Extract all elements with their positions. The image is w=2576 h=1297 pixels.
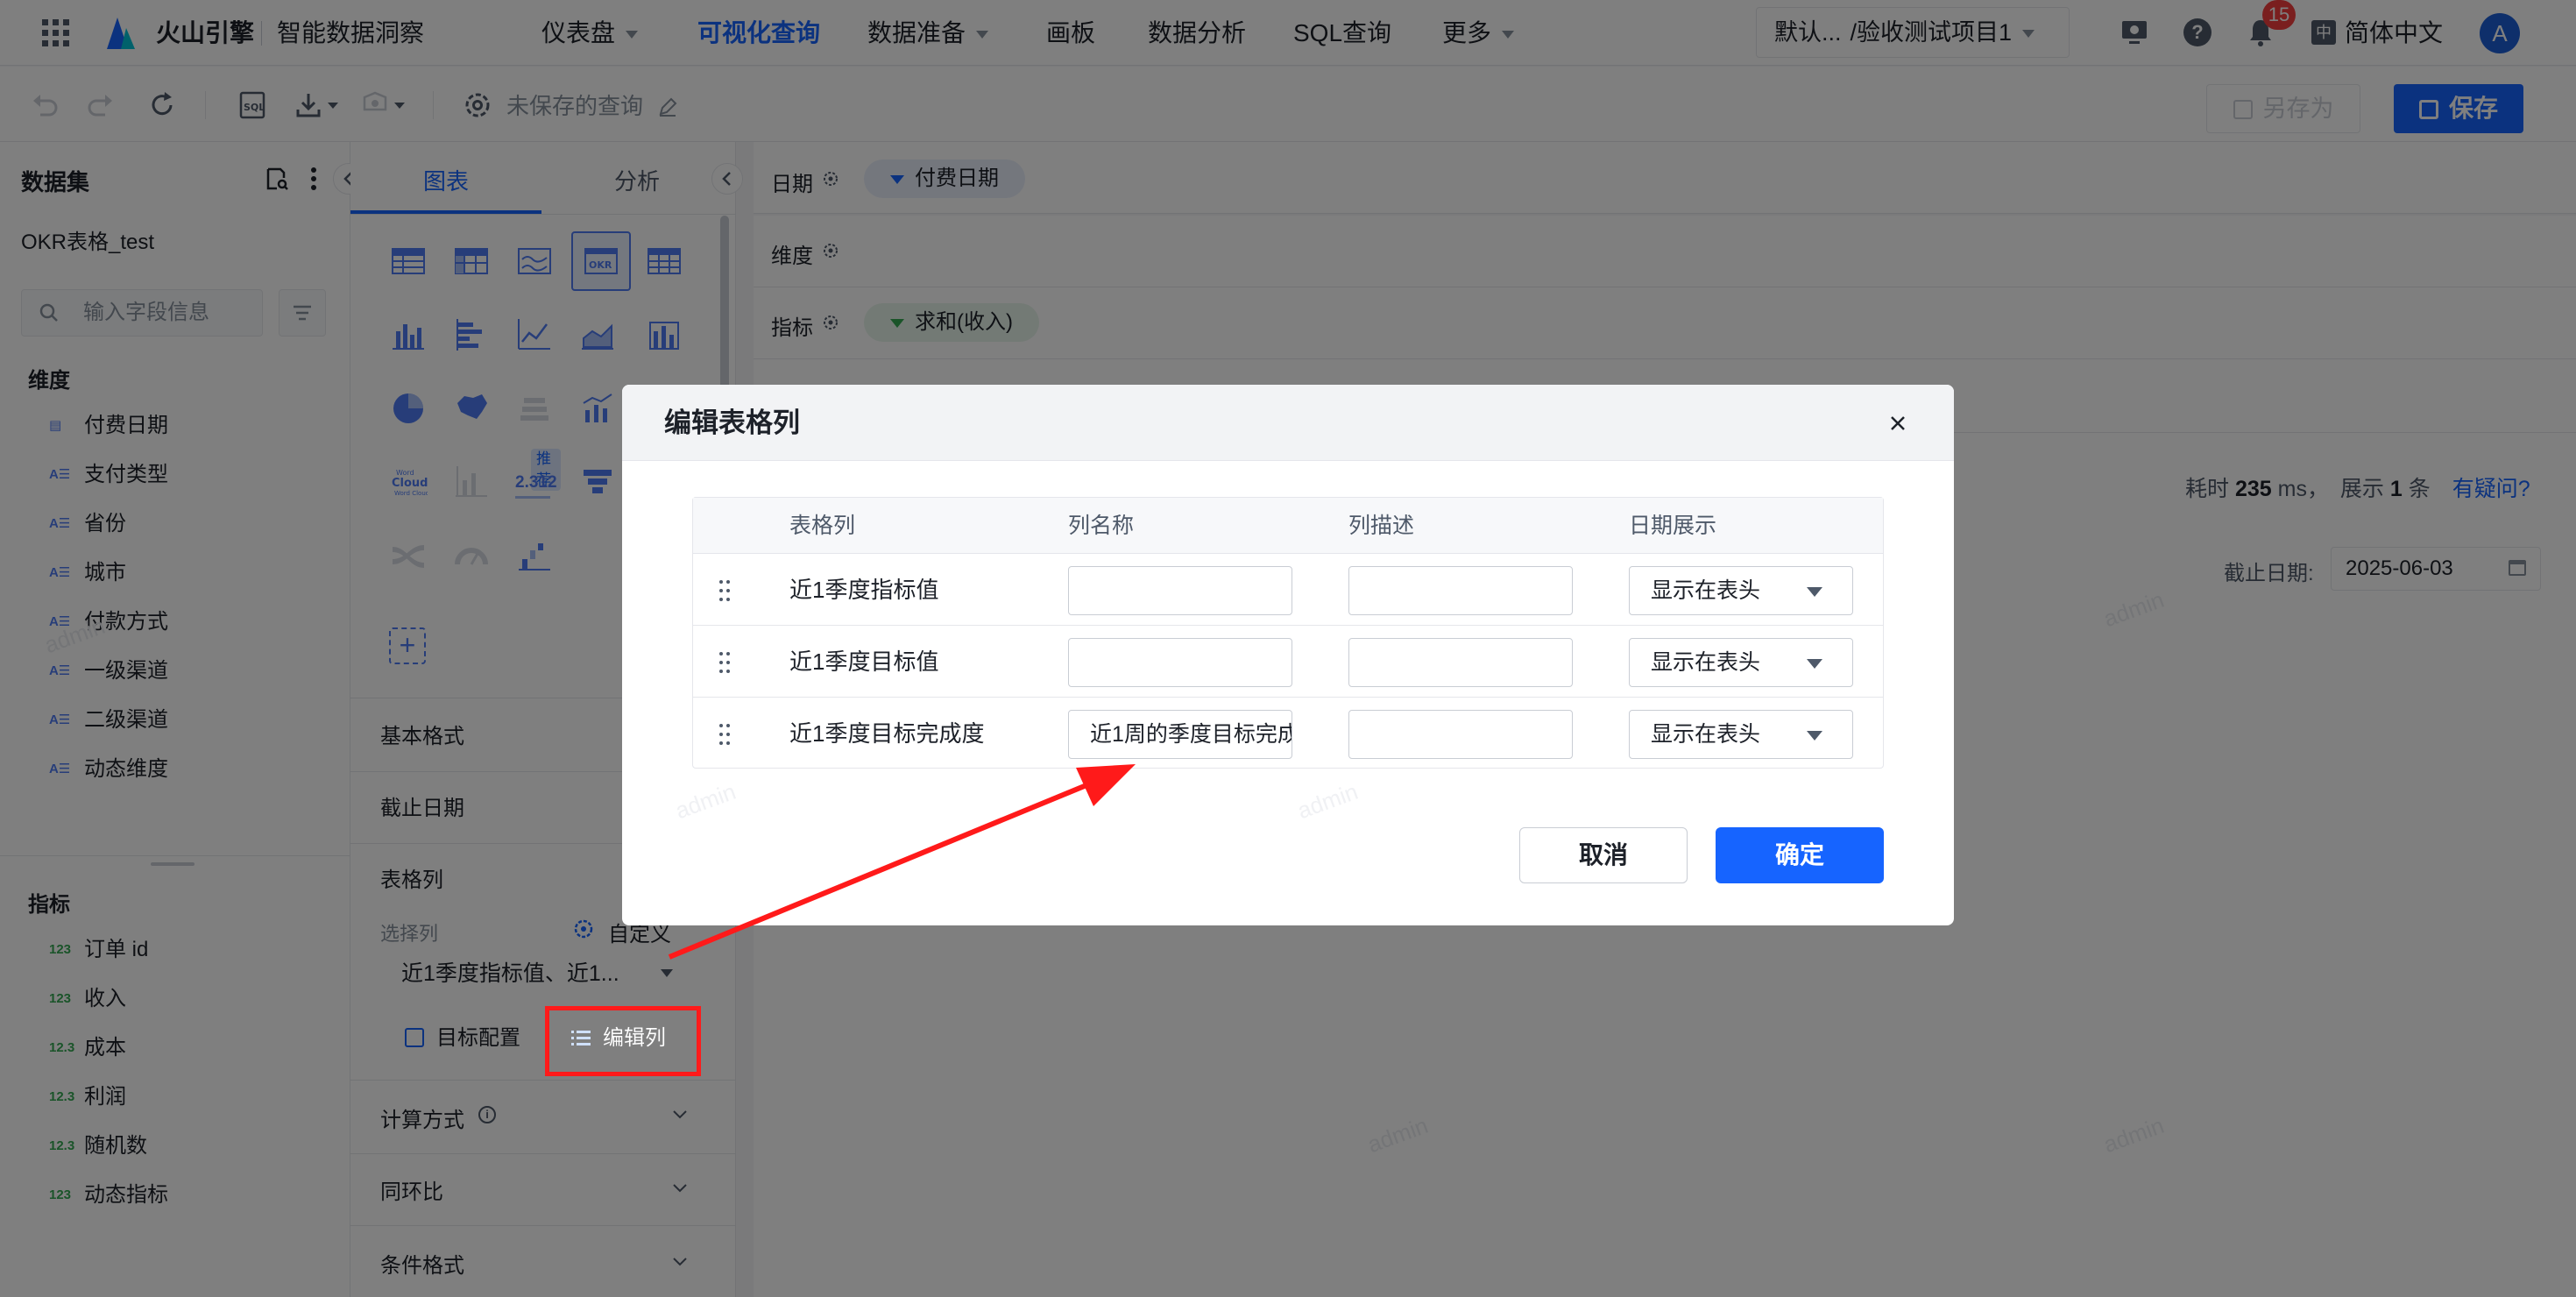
annotation-arrow bbox=[668, 764, 1136, 960]
